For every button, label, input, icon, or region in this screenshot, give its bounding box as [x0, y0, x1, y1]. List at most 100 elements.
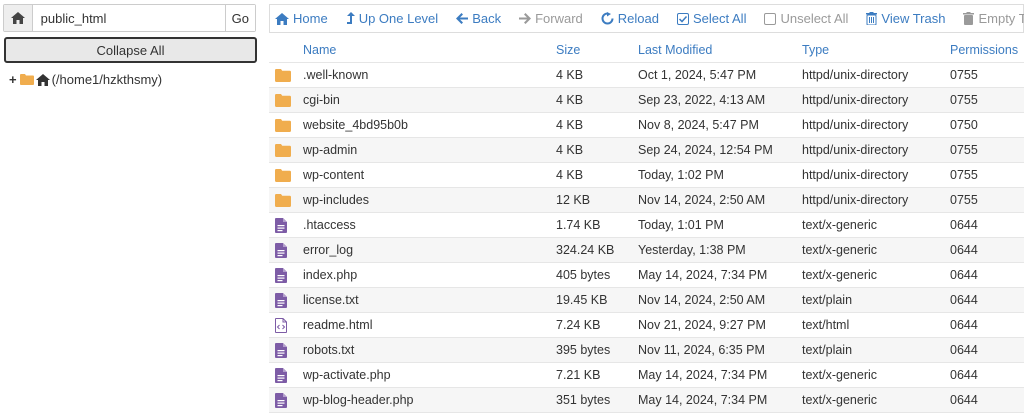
file-size: 324.24 KB — [556, 243, 615, 257]
file-size: 7.24 KB — [556, 318, 601, 332]
file-type-icon-cell — [269, 242, 303, 258]
directory-panel: Go Collapse All + (/home1/hzkthsmy) — [0, 0, 262, 415]
file-name[interactable]: error_log — [303, 243, 556, 257]
reload-label: Reload — [617, 11, 659, 26]
file-last-modified: Today, 1:01 PM — [638, 218, 724, 232]
file-icon — [275, 367, 287, 383]
folder-icon — [275, 93, 291, 107]
file-size: 405 bytes — [556, 268, 611, 282]
file-last-modified: Nov 21, 2024, 9:27 PM — [638, 318, 766, 332]
file-name[interactable]: wp-admin — [303, 143, 556, 157]
file-name[interactable]: readme.html — [303, 318, 556, 332]
file-type-icon-cell — [269, 367, 303, 383]
file-permissions: 0755 — [950, 193, 978, 207]
table-row[interactable]: wp-blog-header.php 351 bytes May 14, 2024,… — [269, 388, 1024, 413]
file-name[interactable]: wp-blog-header.php — [303, 393, 556, 407]
file-name[interactable]: website_4bd95b0b — [303, 118, 556, 132]
column-header-name[interactable]: Name — [303, 43, 556, 57]
file-last-modified: Nov 11, 2024, 6:35 PM — [638, 343, 765, 357]
path-home-button[interactable] — [4, 5, 33, 31]
table-row[interactable]: website_4bd95b0b 4 KB Nov 8, 2024, 5:47 PM… — [269, 113, 1024, 138]
up-one-level-button[interactable]: Up One Level — [341, 11, 444, 26]
file-name[interactable]: index.php — [303, 268, 556, 282]
file-icon — [275, 217, 287, 233]
file-name[interactable]: cgi-bin — [303, 93, 556, 107]
empty-trash-button[interactable]: Empty Trash — [958, 11, 1024, 26]
home-button[interactable]: Home — [270, 11, 333, 26]
folder-icon — [275, 193, 291, 207]
table-row[interactable]: readme.html 7.24 KB Nov 21, 2024, 9:27 PM t… — [269, 313, 1024, 338]
file-type: httpd/unix-directory — [802, 143, 909, 157]
reload-icon — [601, 12, 614, 25]
column-header-last-modified[interactable]: Last Modified — [638, 43, 802, 57]
file-icon — [275, 267, 287, 283]
table-row[interactable]: wp-activate.php 7.21 KB May 14, 2024, 7:34… — [269, 363, 1024, 388]
unselect-all-label: Unselect All — [780, 11, 849, 26]
table-row[interactable]: wp-content 4 KB Today, 1:02 PM httpd/unix-d… — [269, 163, 1024, 188]
back-button[interactable]: Back — [451, 11, 506, 26]
back-label: Back — [472, 11, 502, 26]
empty-trash-label: Empty Trash — [978, 11, 1024, 26]
go-button[interactable]: Go — [224, 5, 255, 31]
table-row[interactable]: robots.txt 395 bytes Nov 11, 2024, 6:35 PM… — [269, 338, 1024, 363]
file-size: 7.21 KB — [556, 368, 601, 382]
column-header-size[interactable]: Size — [556, 43, 638, 57]
file-permissions: 0644 — [950, 343, 978, 357]
table-row[interactable]: .well-known 4 KB Oct 1, 2024, 5:47 PM httpd… — [269, 63, 1024, 88]
file-type: text/plain — [802, 343, 853, 357]
file-name[interactable]: robots.txt — [303, 343, 556, 357]
table-row[interactable]: wp-admin 4 KB Sep 24, 2024, 12:54 PM httpd/… — [269, 138, 1024, 163]
file-type-icon-cell — [269, 292, 303, 308]
file-name[interactable]: wp-includes — [303, 193, 556, 207]
view-trash-button[interactable]: View Trash — [861, 11, 950, 26]
tree-root[interactable]: + (/home1/hzkthsmy) — [9, 72, 162, 87]
home-icon — [35, 73, 50, 86]
file-name[interactable]: license.txt — [303, 293, 556, 307]
file-name[interactable]: wp-content — [303, 168, 556, 182]
file-permissions: 0644 — [950, 368, 978, 382]
table-row[interactable]: license.txt 19.45 KB Nov 14, 2024, 2:50 AM… — [269, 288, 1024, 313]
column-header-permissions[interactable]: Permissions — [950, 43, 1024, 57]
file-last-modified: Today, 1:02 PM — [638, 168, 724, 182]
table-row[interactable]: error_log 324.24 KB Yesterday, 1:38 PM text… — [269, 238, 1024, 263]
forward-button[interactable]: Forward — [514, 11, 588, 26]
table-row[interactable]: index.php 405 bytes May 14, 2024, 7:34 PM t… — [269, 263, 1024, 288]
file-icon — [275, 392, 287, 408]
file-icon — [275, 292, 287, 308]
file-name[interactable]: .htaccess — [303, 218, 556, 232]
file-name[interactable]: wp-activate.php — [303, 368, 556, 382]
file-size: 4 KB — [556, 93, 584, 107]
file-type: text/x-generic — [802, 393, 878, 407]
path-input[interactable] — [32, 5, 225, 31]
collapse-all-button[interactable]: Collapse All — [4, 37, 257, 63]
file-last-modified: Nov 14, 2024, 2:50 AM — [638, 293, 766, 307]
file-type: httpd/unix-directory — [802, 118, 909, 132]
file-permissions: 0755 — [950, 168, 978, 182]
column-header-type[interactable]: Type — [802, 43, 950, 57]
file-type: text/x-generic — [802, 268, 878, 282]
expand-icon[interactable]: + — [9, 72, 17, 87]
file-type: httpd/unix-directory — [802, 168, 909, 182]
view-trash-label: View Trash — [881, 11, 946, 26]
folder-icon — [275, 168, 291, 182]
table-row[interactable]: cgi-bin 4 KB Sep 23, 2022, 4:13 AM httpd/un… — [269, 88, 1024, 113]
home-icon — [275, 12, 289, 25]
tree-root-label[interactable]: (/home1/hzkthsmy) — [52, 72, 163, 87]
checkbox-checked-icon — [676, 12, 689, 25]
level-up-icon — [346, 12, 355, 24]
file-size: 4 KB — [556, 143, 584, 157]
file-type-icon-cell — [269, 68, 303, 82]
file-permissions: 0644 — [950, 293, 978, 307]
file-type-icon-cell — [269, 168, 303, 182]
file-type-icon-cell — [269, 267, 303, 283]
file-permissions: 0644 — [950, 243, 978, 257]
file-name[interactable]: .well-known — [303, 68, 556, 82]
file-type-icon-cell — [269, 342, 303, 358]
table-row[interactable]: wp-includes 12 KB Nov 14, 2024, 2:50 AM htt… — [269, 188, 1024, 213]
unselect-all-button[interactable]: Unselect All — [759, 11, 853, 26]
select-all-button[interactable]: Select All — [672, 11, 751, 26]
file-type: text/plain — [802, 293, 853, 307]
table-row[interactable]: .htaccess 1.74 KB Today, 1:01 PM text/x-gen… — [269, 213, 1024, 238]
file-last-modified: May 14, 2024, 7:34 PM — [638, 268, 768, 282]
reload-button[interactable]: Reload — [596, 11, 664, 26]
